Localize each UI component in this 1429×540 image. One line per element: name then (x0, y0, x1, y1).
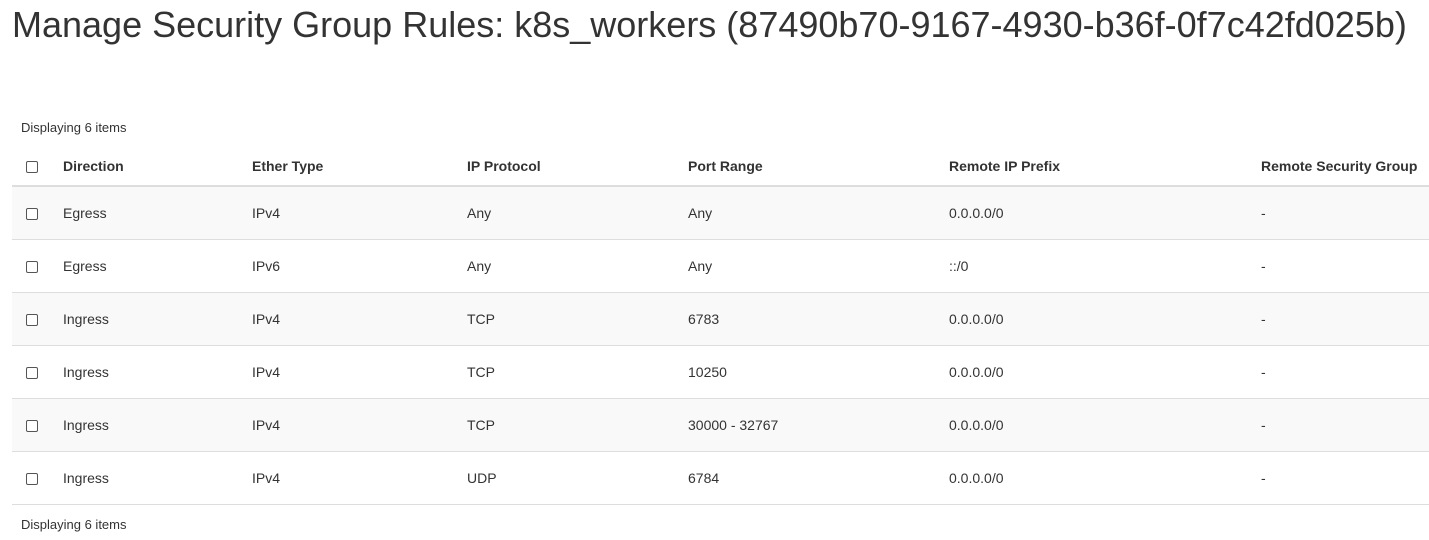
header-port-range[interactable]: Port Range (688, 146, 949, 187)
cell-direction: Ingress (63, 345, 252, 399)
cell-ether-type: IPv4 (252, 451, 467, 505)
table-row: Ingress IPv4 TCP 6783 0.0.0.0/0 - (12, 292, 1429, 346)
cell-ip-protocol: Any (467, 239, 688, 293)
table-row: Egress IPv6 Any Any ::/0 - (12, 239, 1429, 293)
cell-direction: Egress (63, 239, 252, 293)
cell-remote-ip-prefix: ::/0 (949, 239, 1261, 293)
select-all-cell (12, 146, 63, 187)
row-checkbox[interactable] (26, 314, 38, 327)
row-checkbox[interactable] (26, 420, 38, 433)
row-select-cell (12, 398, 63, 452)
cell-remote-ip-prefix: 0.0.0.0/0 (949, 398, 1261, 452)
cell-port-range: 10250 (688, 345, 949, 399)
row-select-cell (12, 345, 63, 399)
cell-port-range: 30000 - 32767 (688, 398, 949, 452)
table-row: Ingress IPv4 TCP 10250 0.0.0.0/0 - (12, 345, 1429, 399)
cell-remote-security-group: - (1261, 239, 1429, 293)
cell-ip-protocol: TCP (467, 398, 688, 452)
table-row: Ingress IPv4 UDP 6784 0.0.0.0/0 - (12, 451, 1429, 505)
table-row: Ingress IPv4 TCP 30000 - 32767 0.0.0.0/0… (12, 398, 1429, 452)
row-checkbox[interactable] (26, 473, 38, 486)
header-remote-security-group[interactable]: Remote Security Group (1261, 146, 1429, 187)
table-header-row: Direction Ether Type IP Protocol Port Ra… (12, 146, 1429, 187)
cell-direction: Ingress (63, 292, 252, 346)
cell-port-range: Any (688, 239, 949, 293)
cell-port-range: Any (688, 186, 949, 240)
security-group-rules-table: Direction Ether Type IP Protocol Port Ra… (12, 146, 1429, 505)
item-count-bottom: Displaying 6 items (21, 517, 127, 532)
cell-remote-security-group: - (1261, 345, 1429, 399)
header-direction[interactable]: Direction (63, 146, 252, 187)
cell-remote-ip-prefix: 0.0.0.0/0 (949, 345, 1261, 399)
cell-remote-ip-prefix: 0.0.0.0/0 (949, 186, 1261, 240)
cell-remote-security-group: - (1261, 292, 1429, 346)
row-select-cell (12, 239, 63, 293)
cell-ip-protocol: UDP (467, 451, 688, 505)
row-checkbox[interactable] (26, 367, 38, 380)
cell-direction: Ingress (63, 398, 252, 452)
cell-remote-security-group: - (1261, 451, 1429, 505)
cell-ether-type: IPv4 (252, 186, 467, 240)
cell-port-range: 6784 (688, 451, 949, 505)
cell-direction: Egress (63, 186, 252, 240)
cell-port-range: 6783 (688, 292, 949, 346)
row-checkbox[interactable] (26, 261, 38, 274)
item-count-top: Displaying 6 items (21, 120, 127, 135)
cell-ether-type: IPv6 (252, 239, 467, 293)
row-select-cell (12, 186, 63, 240)
cell-ether-type: IPv4 (252, 292, 467, 346)
cell-direction: Ingress (63, 451, 252, 505)
cell-ip-protocol: Any (467, 186, 688, 240)
cell-remote-ip-prefix: 0.0.0.0/0 (949, 292, 1261, 346)
cell-remote-security-group: - (1261, 398, 1429, 452)
header-ip-protocol[interactable]: IP Protocol (467, 146, 688, 187)
cell-remote-security-group: - (1261, 186, 1429, 240)
cell-remote-ip-prefix: 0.0.0.0/0 (949, 451, 1261, 505)
table-row: Egress IPv4 Any Any 0.0.0.0/0 - (12, 186, 1429, 240)
row-checkbox[interactable] (26, 208, 38, 221)
cell-ether-type: IPv4 (252, 345, 467, 399)
header-ether-type[interactable]: Ether Type (252, 146, 467, 187)
cell-ether-type: IPv4 (252, 398, 467, 452)
page-title: Manage Security Group Rules: k8s_workers… (12, 4, 1407, 45)
header-remote-ip-prefix[interactable]: Remote IP Prefix (949, 146, 1261, 187)
cell-ip-protocol: TCP (467, 292, 688, 346)
cell-ip-protocol: TCP (467, 345, 688, 399)
row-select-cell (12, 292, 63, 346)
select-all-checkbox[interactable] (26, 160, 38, 173)
row-select-cell (12, 451, 63, 505)
